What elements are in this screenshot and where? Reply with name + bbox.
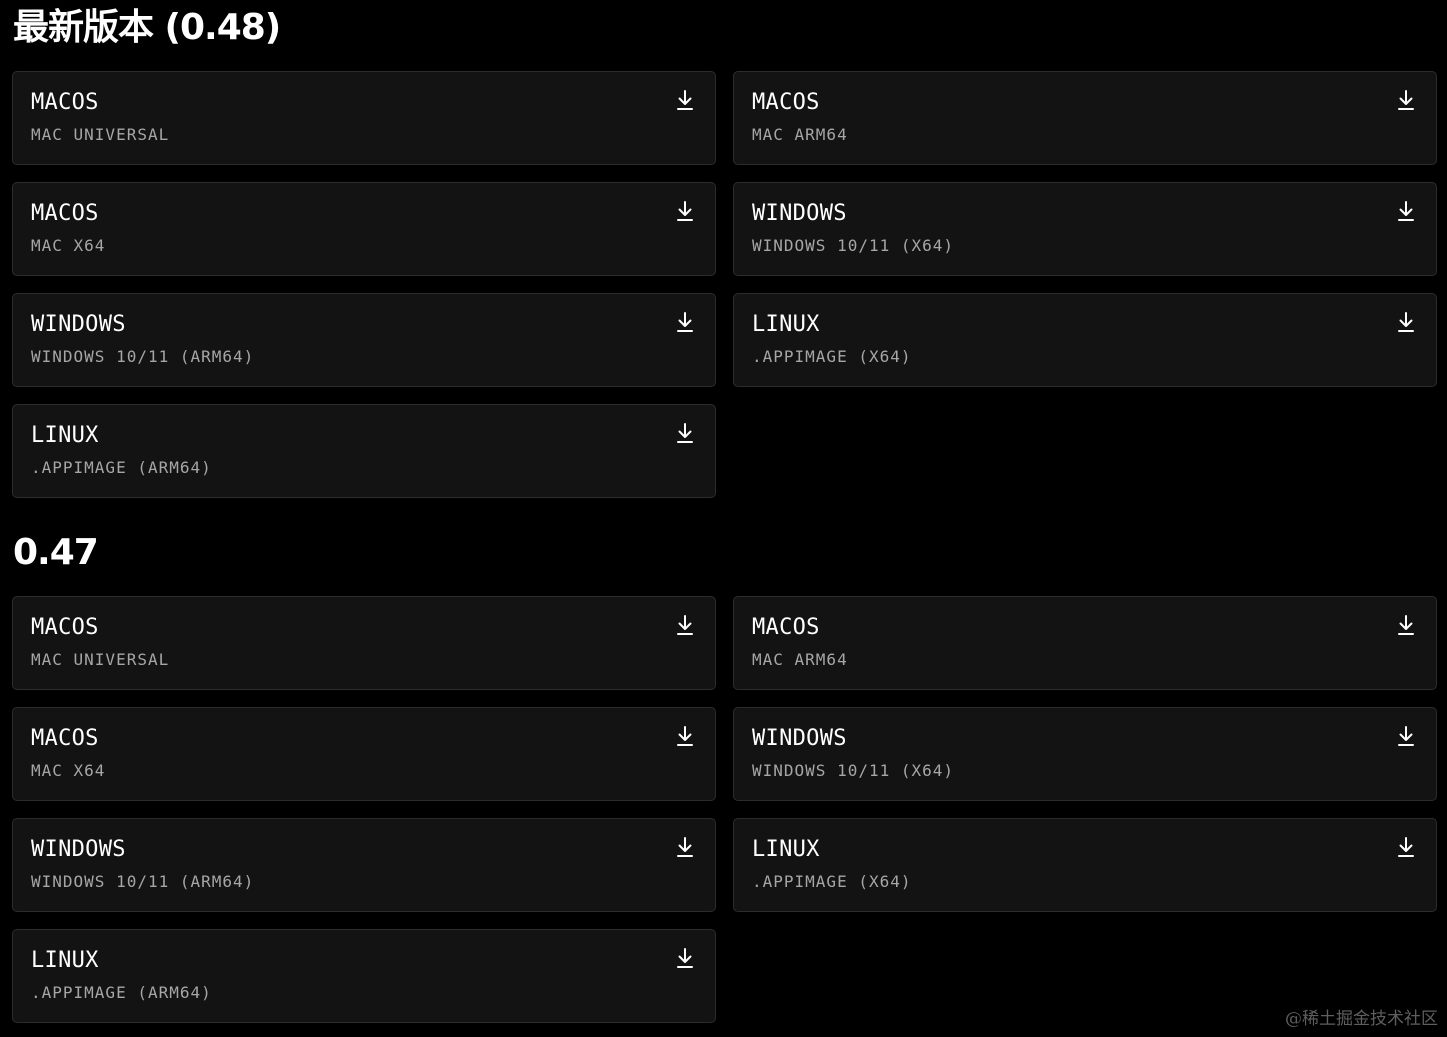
card-os-label: LINUX [752,837,820,862]
download-grid-latest: MACOS MAC UNIVERSAL MACOS MAC ARM64 MACO… [12,71,1437,498]
card-variant-label: WINDOWS 10/11 (ARM64) [31,872,255,891]
download-icon[interactable] [1396,836,1416,858]
card-variant-label: MAC ARM64 [752,650,848,669]
card-os-label: MACOS [31,615,99,640]
card-variant-label: MAC ARM64 [752,125,848,144]
section-title-latest: 最新版本 (0.48) [13,7,281,48]
download-grid-0-47: MACOS MAC UNIVERSAL MACOS MAC ARM64 MACO… [12,596,1437,1023]
card-variant-label: MAC X64 [31,761,106,780]
section-title-0-47: 0.47 [13,532,99,573]
card-variant-label: .APPIMAGE (ARM64) [31,983,212,1002]
download-card-macos-arm64[interactable]: MACOS MAC ARM64 [733,596,1437,690]
card-variant-label: .APPIMAGE (X64) [752,872,912,891]
download-icon[interactable] [675,614,695,636]
card-os-label: LINUX [752,312,820,337]
card-os-label: MACOS [31,201,99,226]
card-variant-label: .APPIMAGE (X64) [752,347,912,366]
card-variant-label: MAC UNIVERSAL [31,125,170,144]
card-os-label: LINUX [31,423,99,448]
download-card-macos-universal[interactable]: MACOS MAC UNIVERSAL [12,71,716,165]
card-variant-label: WINDOWS 10/11 (X64) [752,761,955,780]
download-card-linux-x64[interactable]: LINUX .APPIMAGE (X64) [733,293,1437,387]
download-icon[interactable] [675,200,695,222]
download-icon[interactable] [1396,614,1416,636]
card-os-label: WINDOWS [31,837,126,862]
card-os-label: WINDOWS [31,312,126,337]
download-card-windows-arm64[interactable]: WINDOWS WINDOWS 10/11 (ARM64) [12,293,716,387]
card-os-label: MACOS [752,90,820,115]
card-os-label: MACOS [31,726,99,751]
card-variant-label: MAC UNIVERSAL [31,650,170,669]
card-os-label: MACOS [31,90,99,115]
download-icon[interactable] [675,725,695,747]
download-card-linux-x64[interactable]: LINUX .APPIMAGE (X64) [733,818,1437,912]
download-card-linux-arm64[interactable]: LINUX .APPIMAGE (ARM64) [12,929,716,1023]
download-card-macos-universal[interactable]: MACOS MAC UNIVERSAL [12,596,716,690]
card-os-label: WINDOWS [752,726,847,751]
download-icon[interactable] [675,947,695,969]
card-variant-label: WINDOWS 10/11 (ARM64) [31,347,255,366]
download-card-windows-x64[interactable]: WINDOWS WINDOWS 10/11 (X64) [733,182,1437,276]
download-icon[interactable] [1396,311,1416,333]
download-card-macos-arm64[interactable]: MACOS MAC ARM64 [733,71,1437,165]
download-card-linux-arm64[interactable]: LINUX .APPIMAGE (ARM64) [12,404,716,498]
download-icon[interactable] [675,422,695,444]
card-os-label: MACOS [752,615,820,640]
card-os-label: WINDOWS [752,201,847,226]
download-card-macos-x64[interactable]: MACOS MAC X64 [12,707,716,801]
download-icon[interactable] [1396,725,1416,747]
download-icon[interactable] [675,311,695,333]
card-os-label: LINUX [31,948,99,973]
download-icon[interactable] [675,836,695,858]
watermark: @稀土掘金技术社区 [1285,1009,1438,1029]
card-variant-label: MAC X64 [31,236,106,255]
download-card-macos-x64[interactable]: MACOS MAC X64 [12,182,716,276]
download-icon[interactable] [675,89,695,111]
card-variant-label: WINDOWS 10/11 (X64) [752,236,955,255]
download-card-windows-arm64[interactable]: WINDOWS WINDOWS 10/11 (ARM64) [12,818,716,912]
download-card-windows-x64[interactable]: WINDOWS WINDOWS 10/11 (X64) [733,707,1437,801]
card-variant-label: .APPIMAGE (ARM64) [31,458,212,477]
download-icon[interactable] [1396,200,1416,222]
download-icon[interactable] [1396,89,1416,111]
